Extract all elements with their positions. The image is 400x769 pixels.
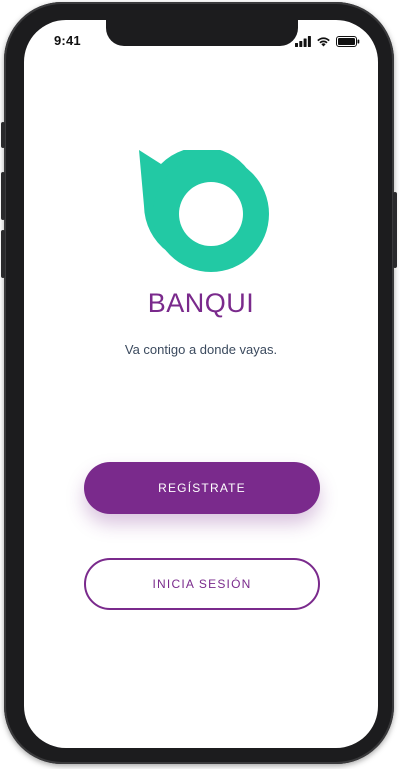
phone-frame: 9:41 BANQUI Va contigo a donde vayas. RE… bbox=[1, 2, 397, 764]
banqui-logo-icon bbox=[139, 147, 281, 272]
login-button[interactable]: INICIA SESIÓN bbox=[84, 558, 320, 610]
notch bbox=[106, 20, 298, 46]
page: 9:41 BANQUI Va contigo a donde vayas. RE… bbox=[0, 0, 400, 769]
login-button-label: INICIA SESIÓN bbox=[152, 577, 252, 591]
status-time: 9:41 bbox=[54, 33, 81, 48]
volume-down-button bbox=[1, 230, 5, 278]
signal-icon bbox=[295, 34, 311, 52]
wifi-icon bbox=[316, 34, 331, 52]
brand-name: BANQUI bbox=[147, 288, 255, 318]
tagline: Va contigo a donde vayas. bbox=[124, 342, 278, 357]
battery-icon bbox=[336, 34, 360, 52]
register-button[interactable]: REGÍSTRATE bbox=[84, 462, 320, 514]
power-button bbox=[393, 192, 397, 268]
phone-screen: 9:41 BANQUI Va contigo a donde vayas. RE… bbox=[24, 20, 378, 748]
register-button-label: REGÍSTRATE bbox=[158, 481, 246, 495]
volume-up-button bbox=[1, 172, 5, 220]
status-icons bbox=[295, 34, 360, 52]
silent-switch bbox=[1, 122, 5, 148]
